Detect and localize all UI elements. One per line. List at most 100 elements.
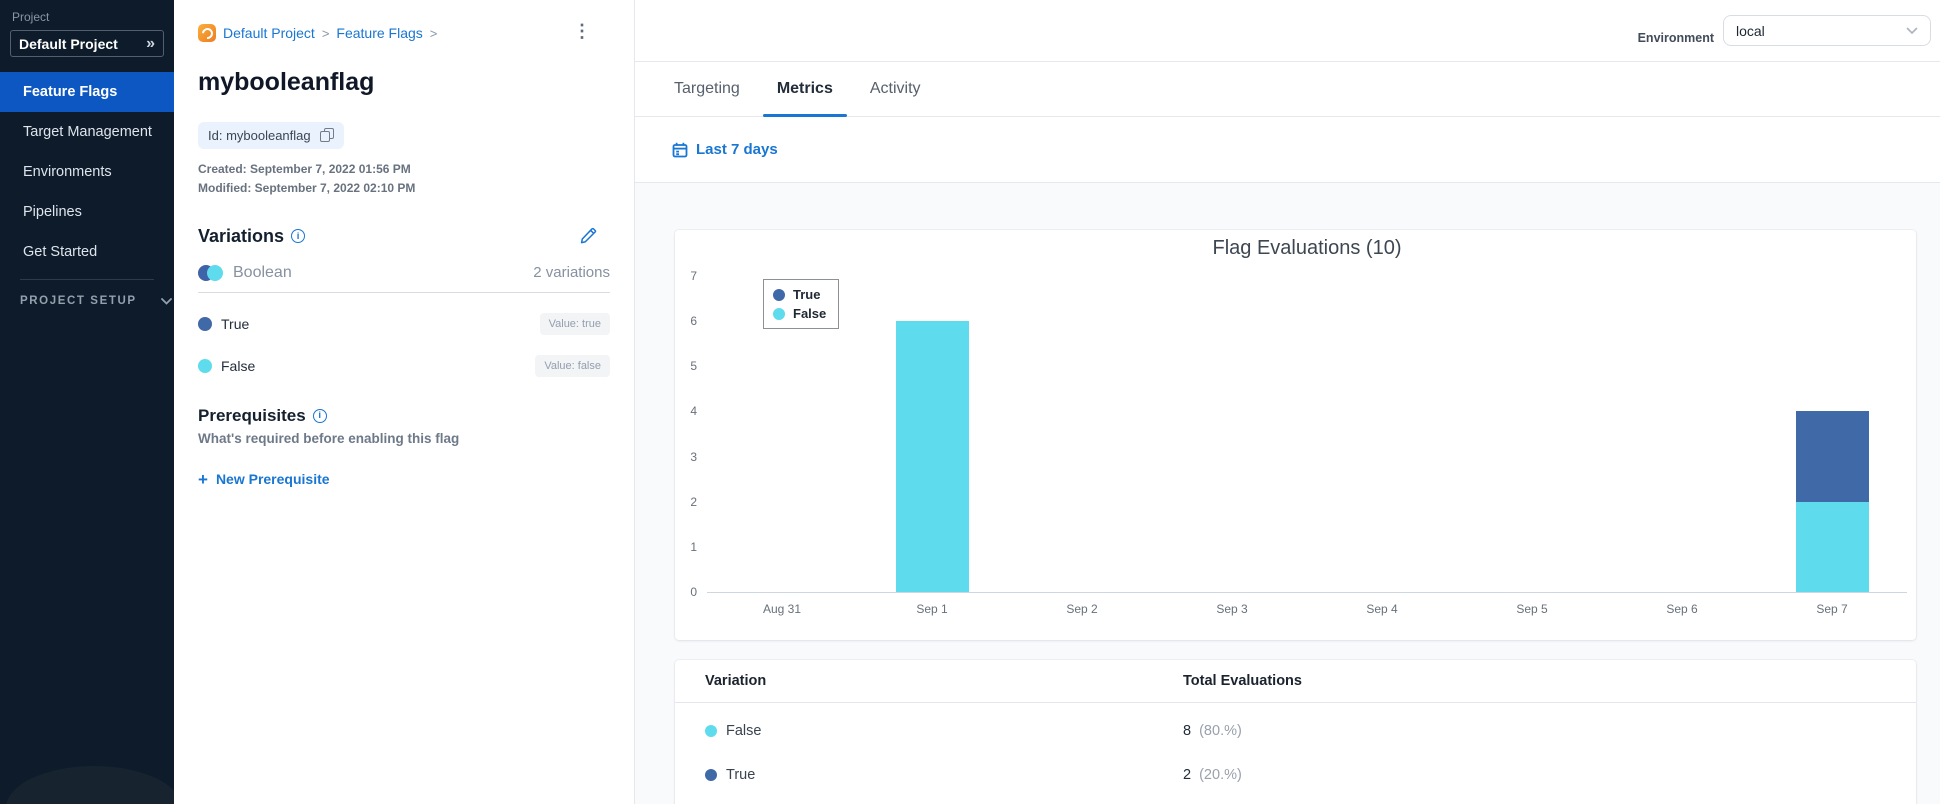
new-prerequisite-button[interactable]: + New Prerequisite (198, 471, 330, 488)
project-label: Project (12, 10, 50, 24)
legend-item-true[interactable]: True (773, 285, 826, 304)
info-icon[interactable]: i (291, 229, 306, 244)
sidebar-item-pipelines[interactable]: Pipelines (0, 192, 174, 232)
project-setup-label: PROJECT SETUP (20, 295, 137, 307)
y-axis-tick-2: 2 (690, 494, 697, 509)
variation-name: True (221, 315, 250, 332)
sidebar-section-project-setup[interactable]: PROJECT SETUP (0, 295, 174, 307)
chat-widget-bubble[interactable] (6, 766, 174, 804)
sidebar-item-environments[interactable]: Environments (0, 152, 174, 192)
breadcrumb-separator: > (429, 25, 438, 41)
variation-type-row: Boolean 2 variations (198, 264, 610, 282)
main-header: Environment local (635, 0, 1940, 62)
legend-dot-false (773, 307, 785, 320)
tab-targeting[interactable]: Targeting (672, 62, 742, 116)
edit-variations-button[interactable] (579, 227, 597, 250)
y-axis-tick-5: 5 (690, 359, 697, 374)
breadcrumb: Default Project > Feature Flags > (198, 24, 610, 42)
tab-metrics[interactable]: Metrics (762, 62, 847, 117)
y-axis-tick-0: 0 (690, 585, 697, 599)
table-cell-variation: False (705, 723, 1183, 739)
flag-id-text: Id: mybooleanflag (208, 127, 311, 143)
chevron-down-icon (160, 297, 172, 305)
x-axis-line (707, 592, 1907, 593)
total-count: 2 (1183, 767, 1192, 783)
calendar-icon (672, 142, 688, 157)
total-share: (20.%) (1195, 767, 1242, 783)
project-selector[interactable]: Default Project » (10, 30, 164, 57)
table-cell-total: 8 (80.%) (1183, 723, 1916, 739)
chevron-down-icon (1906, 27, 1918, 34)
bar-sep-7-false (1795, 501, 1869, 592)
sidebar-nav: Feature Flags Target Management Environmen… (0, 72, 174, 272)
breadcrumb-link-feature-flags[interactable]: Feature Flags (336, 25, 422, 41)
kebab-menu-icon[interactable]: ⋮ (573, 22, 591, 40)
y-axis-tick-7: 7 (690, 269, 697, 283)
flag-id-badge[interactable]: Id: mybooleanflag (198, 121, 344, 149)
date-range-button[interactable]: Last 7 days (672, 141, 778, 158)
y-axis-tick-1: 1 (690, 539, 697, 554)
sidebar-item-target-management[interactable]: Target Management (0, 112, 174, 152)
created-timestamp: Created: September 7, 2022 01:56 PM (198, 161, 411, 176)
x-axis-label-sep-2: Sep 2 (1066, 602, 1098, 616)
y-axis-tick-3: 3 (690, 449, 697, 464)
environment-label: Environment (1637, 30, 1714, 45)
prerequisites-description: What's required before enabling this fla… (198, 430, 460, 446)
x-axis-label-sep-6: Sep 6 (1666, 602, 1698, 616)
legend-item-false[interactable]: False (773, 304, 826, 323)
total-count: 8 (1183, 723, 1192, 739)
bar-sep-7-true (1795, 411, 1869, 502)
x-axis-label-sep-4: Sep 4 (1366, 602, 1398, 616)
x-axis-label-sep-5: Sep 5 (1516, 602, 1548, 616)
variation-count: 2 variations (533, 264, 610, 282)
evaluations-table: Variation Total Evaluations False 8 (80.%… (675, 660, 1916, 804)
table-header: Variation Total Evaluations (675, 660, 1916, 703)
variation-color-dot (198, 316, 212, 331)
variation-list: True Value: true False Value: false (198, 312, 610, 377)
x-axis-label-aug-31: Aug 31 (762, 602, 802, 616)
sidebar-item-get-started[interactable]: Get Started (0, 232, 174, 272)
sidebar-item-feature-flags[interactable]: Feature Flags (0, 72, 174, 112)
chart-legend: True False (763, 279, 840, 329)
variation-name: True (726, 767, 756, 783)
variation-name: False (221, 357, 256, 374)
date-range-label: Last 7 days (696, 141, 778, 158)
y-axis-tick-6: 6 (690, 314, 697, 329)
info-icon[interactable]: i (312, 408, 327, 423)
variations-heading: Variations i (198, 226, 610, 247)
plus-icon: + (198, 469, 208, 489)
variation-value-badge: Value: true (539, 312, 610, 335)
variation-row-left: False (198, 358, 255, 374)
variation-color-dot (705, 725, 717, 737)
variation-type-label: Boolean (233, 263, 292, 281)
sidebar-divider (20, 279, 154, 280)
x-axis-label-sep-1: Sep 1 (916, 602, 948, 616)
legend-label: False (793, 306, 827, 321)
variation-name: False (726, 723, 762, 739)
filter-bar: Last 7 days (635, 117, 1940, 183)
variation-color-dot (198, 358, 212, 373)
modified-timestamp: Modified: September 7, 2022 02:10 PM (198, 180, 416, 195)
new-prerequisite-label: New Prerequisite (215, 471, 330, 488)
tabs-bar: Targeting Metrics Activity (635, 62, 1940, 117)
prerequisites-heading-text: Prerequisites (198, 405, 306, 425)
project-expand-icon[interactable]: » (146, 35, 155, 52)
main-area: Environment local Targeting Metrics Activi… (635, 0, 1940, 804)
copy-icon[interactable] (319, 128, 334, 143)
project-selector-value: Default Project (19, 35, 118, 52)
legend-label: True (793, 287, 821, 302)
variations-heading-text: Variations (198, 225, 285, 246)
table-row-false: False 8 (80.%) (675, 709, 1916, 753)
variation-color-dot (705, 769, 717, 781)
variations-divider (198, 291, 610, 293)
metrics-content: Flag Evaluations (10) True False 0 1 2 3 4 5 6 7… (635, 183, 1940, 804)
tab-activity[interactable]: Activity (868, 62, 923, 116)
x-axis-label-sep-3: Sep 3 (1216, 602, 1248, 616)
column-total-evaluations: Total Evaluations (1183, 673, 1302, 689)
environment-select[interactable]: local (1723, 15, 1931, 46)
flag-title: mybooleanflag (198, 68, 375, 96)
breadcrumb-link-default-project[interactable]: Default Project (223, 25, 315, 41)
column-variation: Variation (705, 673, 767, 689)
sidebar: Project Default Project » Feature Flags T… (0, 0, 174, 804)
prerequisites-heading: Prerequisites i (198, 406, 610, 426)
